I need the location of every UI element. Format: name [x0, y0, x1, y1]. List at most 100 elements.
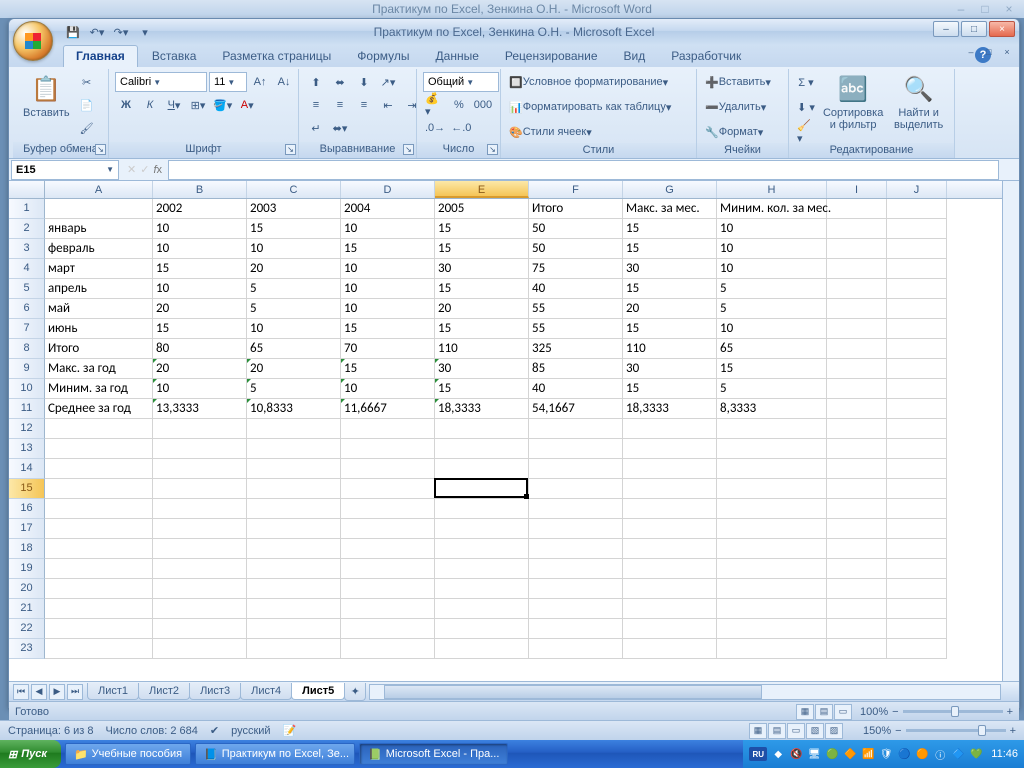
mdi-restore-button[interactable]: □: [981, 45, 997, 59]
cell[interactable]: [887, 279, 947, 299]
word-language[interactable]: русский: [231, 725, 270, 737]
cell[interactable]: 15: [341, 239, 435, 259]
cell[interactable]: [153, 499, 247, 519]
align-bottom-button[interactable]: ⬇: [353, 71, 375, 93]
autosum-button[interactable]: Σ ▾: [795, 71, 817, 93]
clipboard-dialog-launcher[interactable]: ↘: [95, 144, 106, 155]
cell[interactable]: [717, 599, 827, 619]
number-dialog-launcher[interactable]: ↘: [487, 144, 498, 155]
cell[interactable]: [887, 539, 947, 559]
cell[interactable]: [827, 399, 887, 419]
taskbar-item[interactable]: 📘Практикум по Excel, Зе...: [195, 743, 355, 765]
cell[interactable]: [887, 479, 947, 499]
cell[interactable]: [529, 579, 623, 599]
column-header[interactable]: G: [623, 181, 717, 198]
taskbar-item[interactable]: 📗Microsoft Excel - Пра...: [359, 743, 508, 765]
cell[interactable]: [435, 439, 529, 459]
cell[interactable]: [827, 259, 887, 279]
cell[interactable]: [435, 419, 529, 439]
cell[interactable]: [45, 479, 153, 499]
cell[interactable]: [247, 559, 341, 579]
cell[interactable]: [247, 459, 341, 479]
cell[interactable]: [341, 439, 435, 459]
cell[interactable]: июнь: [45, 319, 153, 339]
cell[interactable]: 2005: [435, 199, 529, 219]
cell[interactable]: [827, 299, 887, 319]
tray-icon[interactable]: 📶: [861, 747, 875, 761]
row-header[interactable]: 9: [9, 359, 45, 379]
word-zoom-level[interactable]: 150%: [863, 725, 891, 737]
cell[interactable]: 5: [247, 279, 341, 299]
cell[interactable]: 55: [529, 319, 623, 339]
cell[interactable]: [623, 459, 717, 479]
cell[interactable]: 10: [153, 239, 247, 259]
cell[interactable]: [887, 339, 947, 359]
office-button[interactable]: [13, 21, 53, 61]
undo-button[interactable]: ↶▾: [87, 22, 107, 42]
row-header[interactable]: 5: [9, 279, 45, 299]
name-box[interactable]: E15▼: [11, 160, 119, 180]
cell[interactable]: 15: [435, 379, 529, 399]
cell[interactable]: [341, 419, 435, 439]
copy-button[interactable]: 📄: [76, 94, 98, 116]
word-zoom-in-button[interactable]: +: [1010, 725, 1016, 737]
cell[interactable]: 10: [717, 259, 827, 279]
cell[interactable]: 50: [529, 219, 623, 239]
spell-check-icon[interactable]: ✔: [210, 724, 219, 737]
row-header[interactable]: 17: [9, 519, 45, 539]
cell[interactable]: февраль: [45, 239, 153, 259]
column-header[interactable]: B: [153, 181, 247, 198]
word-maximize-button[interactable]: □: [974, 2, 996, 16]
ribbon-tab-3[interactable]: Формулы: [345, 46, 421, 67]
cell[interactable]: 20: [153, 359, 247, 379]
cell[interactable]: [435, 459, 529, 479]
cell[interactable]: 65: [247, 339, 341, 359]
cell[interactable]: [529, 599, 623, 619]
underline-button[interactable]: Ч▾: [163, 94, 185, 116]
cell[interactable]: [529, 559, 623, 579]
cell[interactable]: [435, 599, 529, 619]
cell[interactable]: [247, 579, 341, 599]
merge-button[interactable]: ⬌▾: [329, 117, 351, 139]
cell[interactable]: [529, 419, 623, 439]
cell[interactable]: 110: [623, 339, 717, 359]
cell[interactable]: 30: [623, 359, 717, 379]
cell[interactable]: [717, 539, 827, 559]
excel-maximize-button[interactable]: □: [961, 21, 987, 37]
page-layout-view-button[interactable]: ▤: [815, 704, 833, 720]
cell[interactable]: 30: [623, 259, 717, 279]
cell[interactable]: 80: [153, 339, 247, 359]
redo-button[interactable]: ↷▾: [111, 22, 131, 42]
cell[interactable]: [827, 539, 887, 559]
tray-icon[interactable]: 🔷: [951, 747, 965, 761]
cell[interactable]: [153, 439, 247, 459]
cell[interactable]: Миним. кол. за мес.: [717, 199, 827, 219]
bold-button[interactable]: Ж: [115, 94, 137, 116]
language-indicator[interactable]: RU: [749, 747, 767, 761]
zoom-slider[interactable]: [903, 710, 1003, 713]
cell[interactable]: [45, 599, 153, 619]
tray-icon[interactable]: ⓘ: [933, 747, 947, 761]
cell[interactable]: 10: [341, 259, 435, 279]
cell[interactable]: [247, 439, 341, 459]
cell[interactable]: 10: [341, 279, 435, 299]
cell[interactable]: [529, 439, 623, 459]
fill-button[interactable]: ⬇ ▾: [795, 96, 817, 118]
cell[interactable]: [623, 559, 717, 579]
cell[interactable]: март: [45, 259, 153, 279]
cell[interactable]: [45, 579, 153, 599]
horizontal-scrollbar[interactable]: [369, 684, 1001, 700]
row-header[interactable]: 12: [9, 419, 45, 439]
cell[interactable]: [887, 319, 947, 339]
number-format-combo[interactable]: Общий▼: [423, 72, 499, 92]
cut-button[interactable]: ✂: [76, 71, 98, 93]
cell[interactable]: [717, 579, 827, 599]
cell[interactable]: 10: [153, 379, 247, 399]
decrease-decimal-button[interactable]: ←.0: [449, 117, 473, 139]
cell[interactable]: [887, 219, 947, 239]
sheet-nav-last-button[interactable]: ⏭: [67, 684, 83, 700]
column-header[interactable]: I: [827, 181, 887, 198]
cell[interactable]: [45, 539, 153, 559]
tray-icon[interactable]: 🔵: [897, 747, 911, 761]
sheet-nav-first-button[interactable]: ⏮: [13, 684, 29, 700]
